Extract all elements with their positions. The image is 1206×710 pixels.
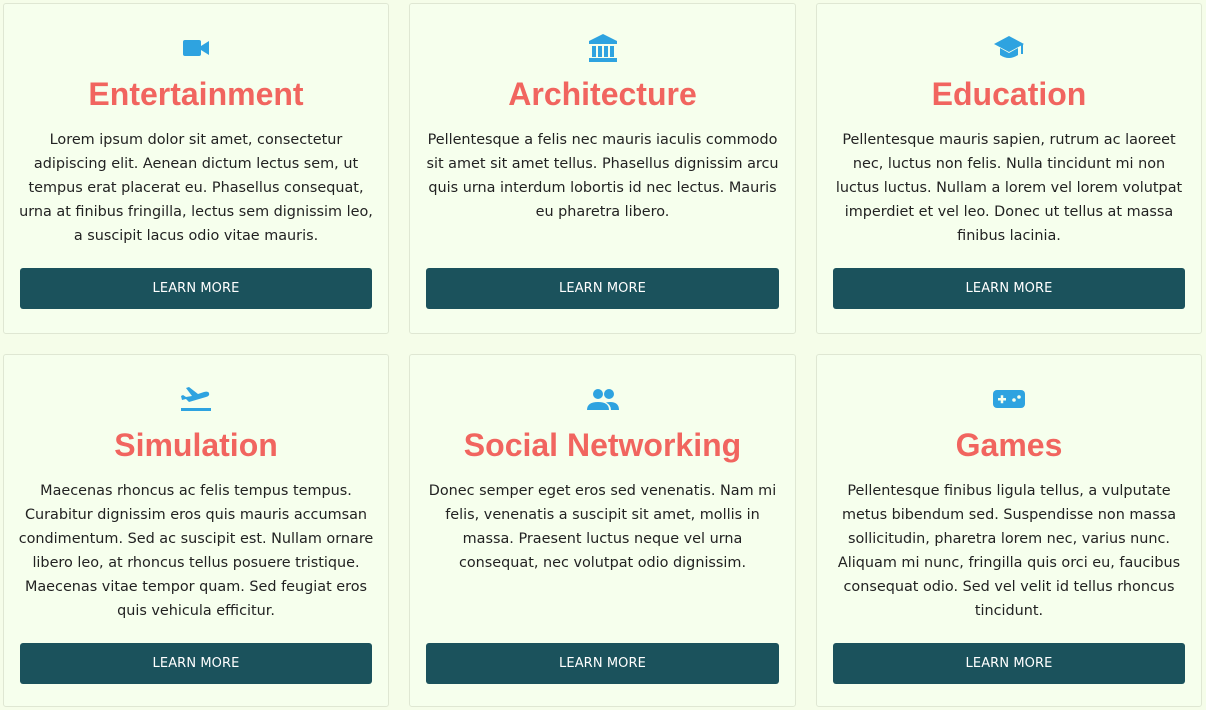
learn-more-button[interactable]: LEARN MORE	[426, 643, 779, 684]
feature-grid: Entertainment Lorem ipsum dolor sit amet…	[0, 0, 1206, 710]
card-games: Games Pellentesque finibus ligula tellus…	[816, 354, 1202, 707]
bank-building-icon	[410, 32, 795, 64]
card-description: Donec semper eget eros sed venenatis. Na…	[428, 483, 777, 571]
card-title: Social Networking	[463, 427, 742, 463]
graduation-cap-icon	[817, 32, 1201, 64]
card-social-networking: Social Networking Donec semper eget eros…	[409, 354, 796, 707]
airplane-takeoff-icon	[4, 383, 388, 415]
card-title: Simulation	[114, 427, 278, 463]
gamepad-icon	[817, 383, 1201, 415]
card-title: Entertainment	[88, 76, 304, 112]
card-description: Maecenas rhoncus ac felis tempus tempus.…	[18, 483, 374, 619]
card-description: Pellentesque a felis nec mauris iaculis …	[426, 132, 779, 220]
card-title: Architecture	[508, 76, 697, 112]
learn-more-button[interactable]: LEARN MORE	[20, 268, 372, 309]
learn-more-button[interactable]: LEARN MORE	[833, 643, 1185, 684]
card-simulation: Simulation Maecenas rhoncus ac felis tem…	[3, 354, 389, 707]
card-description: Pellentesque finibus ligula tellus, a vu…	[837, 483, 1181, 619]
video-camera-icon	[4, 32, 388, 64]
card-education: Education Pellentesque mauris sapien, ru…	[816, 3, 1202, 334]
card-description: Lorem ipsum dolor sit amet, consectetur …	[19, 132, 373, 244]
learn-more-button[interactable]: LEARN MORE	[426, 268, 779, 309]
people-group-icon	[410, 383, 795, 415]
learn-more-button[interactable]: LEARN MORE	[833, 268, 1185, 309]
card-description: Pellentesque mauris sapien, rutrum ac la…	[835, 132, 1183, 244]
card-title: Games	[955, 427, 1063, 463]
learn-more-button[interactable]: LEARN MORE	[20, 643, 372, 684]
card-entertainment: Entertainment Lorem ipsum dolor sit amet…	[3, 3, 389, 334]
card-architecture: Architecture Pellentesque a felis nec ma…	[409, 3, 796, 334]
card-title: Education	[931, 76, 1087, 112]
